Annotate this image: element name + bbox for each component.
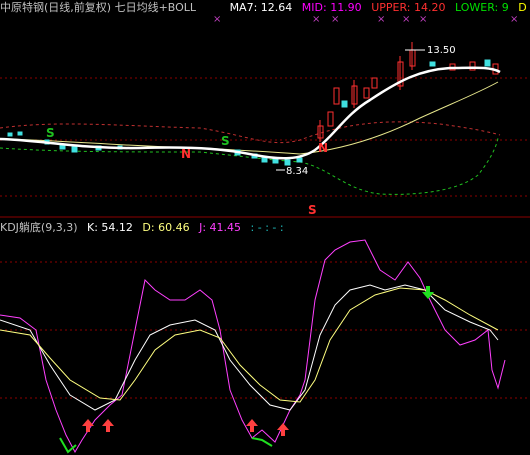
main-chart-title: 中原特钢(日线,前复权) 七日均线+BOLL (0, 1, 197, 14)
signal-s-3: S (308, 203, 317, 217)
signal-n-1: N (181, 147, 191, 161)
kdj-k-line (0, 284, 499, 411)
main-grid (0, 77, 530, 197)
kdj-bottom-green (59, 437, 273, 454)
upper-value: UPPER: 14.20 (371, 1, 446, 14)
ma7-value: MA7: 12.64 (229, 1, 293, 14)
boll-mid-line (0, 81, 499, 155)
kdj-j-value: J: 41.45 (199, 221, 242, 234)
signal-s-2: S (221, 134, 230, 148)
kdj-d-line (0, 287, 499, 403)
main-panel-header: 中原特钢(日线,前复权) 七日均线+BOLL MA7: 12.64 MID: 1… (0, 0, 530, 16)
kdj-panel-header: KDJ躺底(9,3,3) K: 54.12 D: 60.46 J: 41.45 … (0, 220, 290, 236)
kdj-d-value: D: 60.46 (142, 221, 190, 234)
mid-value: MID: 11.90 (301, 1, 362, 14)
extra-value: D (518, 1, 527, 14)
low-price-label: 8.34 (286, 166, 308, 177)
lower-value: LOWER: 9 (454, 1, 509, 14)
kdj-k-value: K: 54.12 (87, 221, 133, 234)
kdj-grid (0, 261, 530, 399)
signal-n-2: N (318, 141, 328, 155)
high-price-label: 13.50 (427, 45, 456, 56)
price-annotations: 13.50 8.34 (276, 45, 456, 177)
ma7-line (0, 66, 501, 160)
kdj-title: KDJ躺底(9,3,3) (0, 221, 78, 234)
kdj-extra: : - : - : (250, 221, 284, 234)
signal-s-1: S (46, 126, 55, 140)
